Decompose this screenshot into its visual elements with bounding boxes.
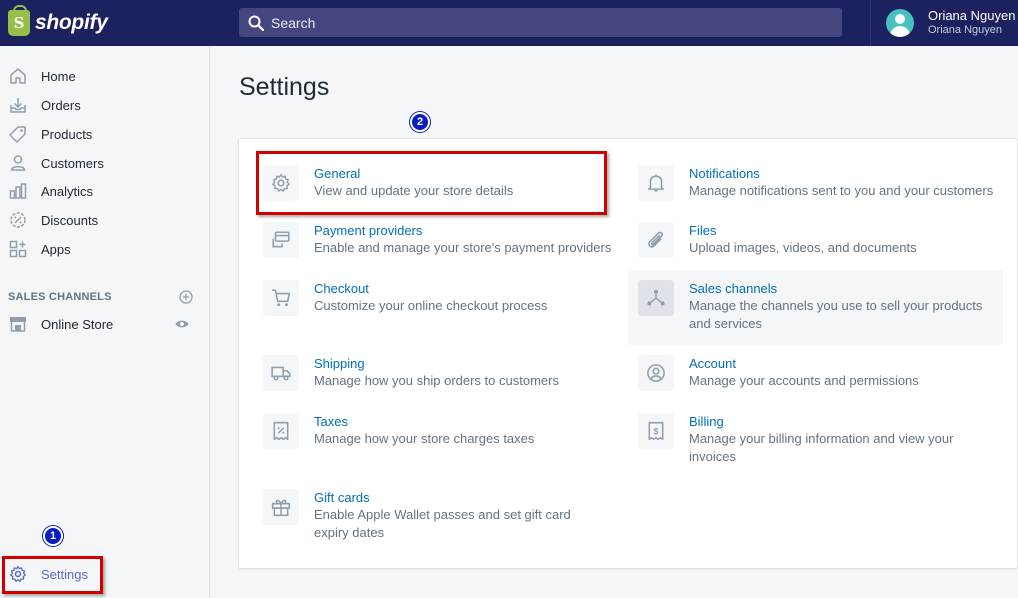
setting-title[interactable]: Account — [689, 355, 919, 372]
sidebar-item-analytics[interactable]: Analytics — [0, 178, 209, 204]
shopify-logo[interactable]: S shopify — [0, 0, 210, 46]
top-bar: S shopify Oriana Nguyen Oriana Nguyen — [0, 0, 1018, 46]
setting-title[interactable]: Files — [689, 222, 917, 239]
sidebar-item-label: Discounts — [41, 212, 99, 228]
setting-account[interactable]: Account Manage your accounts and permiss… — [638, 355, 998, 391]
setting-title[interactable]: Notifications — [689, 165, 993, 182]
setting-title[interactable]: Gift cards — [314, 489, 603, 506]
setting-description: Enable and manage your store's payment p… — [314, 240, 612, 255]
setting-title[interactable]: Billing — [689, 413, 969, 430]
shopping-bag-icon: S — [8, 5, 30, 36]
sidebar: Home Orders Products Customers Analytics… — [0, 46, 210, 598]
sidebar-item-products[interactable]: Products — [0, 121, 209, 147]
channels-icon — [638, 280, 674, 316]
setting-description: Customize your online checkout process — [314, 298, 548, 313]
setting-description: Manage the channels you use to sell your… — [689, 298, 983, 331]
setting-description: Manage your billing information and view… — [689, 431, 954, 464]
sidebar-item-online-store[interactable]: Online Store — [0, 311, 209, 337]
highlight-box-general — [256, 151, 607, 215]
gift-icon — [263, 489, 299, 525]
setting-title[interactable]: Sales channels — [689, 280, 989, 297]
search-icon — [248, 15, 264, 31]
highlight-box-settings — [2, 556, 103, 594]
sidebar-item-discounts[interactable]: Discounts — [0, 207, 209, 233]
account-icon — [638, 355, 674, 391]
user-menu[interactable]: Oriana Nguyen Oriana Nguyen — [870, 0, 1018, 46]
sales-channels-title: SALES CHANNELS — [8, 291, 112, 303]
setting-notifications[interactable]: Notifications Manage notifications sent … — [638, 165, 998, 201]
avatar — [886, 9, 914, 37]
setting-billing[interactable]: $ Billing Manage your billing informatio… — [638, 413, 978, 466]
sidebar-item-customers[interactable]: Customers — [0, 150, 209, 176]
discount-icon — [8, 210, 28, 230]
setting-payment-providers[interactable]: Payment providers Enable and manage your… — [263, 222, 613, 258]
setting-description: Manage how you ship orders to customers — [314, 373, 559, 388]
add-channel-icon[interactable] — [179, 290, 193, 304]
billing-icon: $ — [638, 413, 674, 449]
step-badge-1: 1 — [43, 526, 63, 546]
apps-icon — [8, 239, 28, 259]
setting-title[interactable]: Checkout — [314, 280, 547, 297]
eye-icon[interactable] — [175, 319, 189, 329]
user-name: Oriana Nguyen — [928, 8, 1016, 23]
setting-description: Upload images, videos, and documents — [689, 240, 917, 255]
sidebar-item-label: Online Store — [41, 316, 114, 332]
store-name: Oriana Nguyen — [928, 24, 1002, 36]
setting-description: Enable Apple Wallet passes and set gift … — [314, 507, 571, 540]
setting-gift-cards[interactable]: Gift cards Enable Apple Wallet passes an… — [263, 489, 603, 542]
search-bar[interactable] — [239, 8, 842, 37]
sidebar-item-label: Analytics — [41, 183, 94, 199]
store-icon — [8, 314, 28, 334]
svg-text:$: $ — [654, 426, 659, 436]
sidebar-item-home[interactable]: Home — [0, 63, 209, 89]
orders-icon — [8, 95, 28, 115]
setting-description: Manage your accounts and permissions — [689, 373, 919, 388]
paperclip-icon — [638, 222, 674, 258]
payment-icon — [263, 222, 299, 258]
setting-sales-channels[interactable]: Sales channels Manage the channels you u… — [628, 270, 1003, 345]
brand-name: shopify — [35, 11, 108, 34]
setting-title[interactable]: Payment providers — [314, 222, 611, 239]
analytics-icon — [8, 181, 28, 201]
sidebar-item-label: Apps — [41, 241, 71, 257]
cart-icon — [263, 280, 299, 316]
tax-icon — [263, 413, 299, 449]
truck-icon — [263, 355, 299, 391]
sales-channels-header: SALES CHANNELS — [8, 289, 193, 305]
page-title: Settings — [239, 73, 330, 101]
sidebar-item-apps[interactable]: Apps — [0, 236, 209, 262]
step-badge-2: 2 — [410, 112, 430, 132]
setting-title[interactable]: Taxes — [314, 413, 534, 430]
tag-icon — [8, 124, 28, 144]
home-icon — [8, 66, 28, 86]
logo-letter: S — [13, 14, 25, 32]
setting-files[interactable]: Files Upload images, videos, and documen… — [638, 222, 998, 258]
sidebar-item-orders[interactable]: Orders — [0, 92, 209, 118]
setting-description: Manage notifications sent to you and you… — [689, 183, 994, 198]
customer-icon — [8, 153, 28, 173]
sidebar-item-label: Orders — [41, 97, 81, 113]
bell-icon — [638, 165, 674, 201]
setting-taxes[interactable]: Taxes Manage how your store charges taxe… — [263, 413, 613, 449]
search-input[interactable] — [271, 14, 811, 31]
setting-title[interactable]: Shipping — [314, 355, 559, 372]
setting-description: Manage how your store charges taxes — [314, 431, 535, 446]
sidebar-item-label: Products — [41, 126, 93, 142]
sidebar-item-label: Customers — [41, 155, 104, 171]
sidebar-item-label: Home — [41, 68, 76, 84]
setting-shipping[interactable]: Shipping Manage how you ship orders to c… — [263, 355, 613, 391]
setting-checkout[interactable]: Checkout Customize your online checkout … — [263, 280, 613, 316]
